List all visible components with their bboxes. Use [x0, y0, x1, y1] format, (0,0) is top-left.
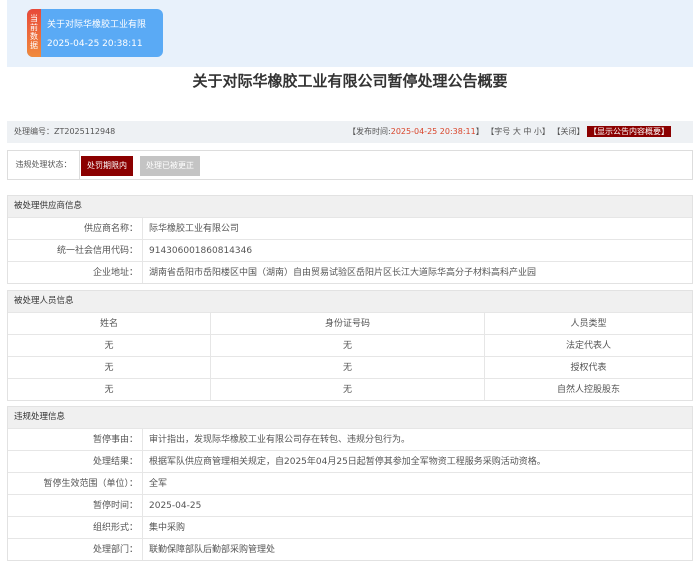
cell: 无	[211, 335, 485, 356]
cell: 无	[211, 357, 485, 378]
section-header: 被处理供应商信息	[8, 196, 692, 217]
violation-row: 暂停时间： 2025-04-25	[8, 494, 692, 516]
status-inactive-badge: 处理已被更正	[140, 156, 200, 176]
table-row: 无无 自然人控股股东	[8, 378, 692, 400]
page-title: 关于对际华橡胶工业有限公司暂停处理公告概要	[192, 72, 508, 90]
cell: 法定代表人	[565, 341, 611, 351]
current-data-tag: 当前数据	[27, 9, 41, 57]
supplier-row: 统一社会信用代码： 914306001860814346	[8, 239, 692, 261]
column-header: 身份证号码	[211, 313, 485, 334]
publish-label: 【发布时间:	[348, 127, 391, 136]
field-value: 联勤保障部队后勤部采购管理处	[149, 545, 276, 555]
card-title: 关于对际华橡胶工业有限	[47, 20, 147, 30]
font-large-link[interactable]: 大	[513, 127, 521, 136]
field-label: 组织形式：	[8, 517, 143, 538]
violation-row: 暂停生效范围（单位）： 全军	[8, 472, 692, 494]
table-row: 无无 法定代表人	[8, 334, 692, 356]
current-data-card[interactable]: 当前数据 关于对际华橡胶工业有限 2025-04-25 20:38:11	[27, 9, 163, 57]
field-value: 根据军队供应商管理相关规定，自2025年04月25日起暂停其参加全军物资工程服务…	[149, 457, 546, 467]
violation-row: 暂停事由： 审计指出，发现际华橡胶工业有限公司存在转包、违规分包行为。	[8, 428, 692, 450]
current-data-banner: 当前数据 关于对际华橡胶工业有限 2025-04-25 20:38:11	[7, 0, 693, 67]
font-small-link[interactable]: 小	[534, 127, 542, 136]
section-header: 违规处理信息	[8, 407, 692, 428]
publish-end: 】	[475, 127, 484, 136]
close-link[interactable]: 【关闭】	[552, 127, 584, 136]
field-label: 暂停时间：	[8, 495, 143, 516]
violation-row: 处理部门： 联勤保障部队后勤部采购管理处	[8, 538, 692, 560]
field-label: 企业地址：	[8, 262, 143, 283]
cell: 无	[8, 335, 211, 356]
field-value: 2025-04-25	[149, 501, 202, 511]
field-label: 供应商名称：	[8, 218, 143, 239]
violation-info-section: 违规处理信息 暂停事由： 审计指出，发现际华橡胶工业有限公司存在转包、违规分包行为…	[7, 406, 693, 561]
field-value: 湖南省岳阳市岳阳楼区中国（湖南）自由贸易试验区岳阳片区长江大道际华高分子材料高科…	[149, 268, 537, 278]
cell: 无	[8, 357, 211, 378]
field-value: 914306001860814346	[149, 246, 253, 256]
field-value: 审计指出，发现际华橡胶工业有限公司存在转包、违规分包行为。	[149, 435, 411, 445]
field-label: 统一社会信用代码：	[8, 240, 143, 261]
section-header: 被处理人员信息	[8, 291, 692, 312]
field-label: 处理部门：	[8, 539, 143, 560]
field-label: 暂停生效范围（单位）：	[8, 473, 143, 494]
cell: 自然人控股股东	[556, 385, 620, 395]
font-size-label: 【字号	[486, 127, 511, 136]
font-medium-link[interactable]: 中	[523, 127, 531, 136]
field-label: 处理结果：	[8, 451, 143, 472]
personnel-info-section: 被处理人员信息 姓名 身份证号码 人员类型 无无法定代表人 无无授权代表 无无自然人…	[7, 290, 693, 401]
info-bar: 处理编号：ZT2025112948 【发布时间:2025-04-25 20:38…	[7, 121, 693, 143]
status-active-badge: 处罚期限内	[81, 156, 133, 176]
violation-row: 处理结果： 根据军队供应商管理相关规定，自2025年04月25日起暂停其参加全军物…	[8, 450, 692, 472]
supplier-row: 供应商名称： 际华橡胶工业有限公司	[8, 217, 692, 239]
card-time: 2025-04-25 20:38:11	[47, 39, 143, 49]
table-row: 无无 授权代表	[8, 356, 692, 378]
field-value: 际华橡胶工业有限公司	[149, 224, 240, 234]
status-label: 违规处理状态：	[8, 151, 80, 179]
font-end: 】	[541, 127, 550, 136]
supplier-row: 企业地址： 湖南省岳阳市岳阳楼区中国（湖南）自由贸易试验区岳阳片区长江大道际华高分…	[8, 261, 692, 283]
cell: 无	[8, 379, 211, 400]
violation-row: 组织形式： 集中采购	[8, 516, 692, 538]
violation-status: 违规处理状态： 处罚期限内 处理已被更正	[7, 150, 693, 180]
column-header: 姓名	[8, 313, 211, 334]
table-header: 姓名 身份证号码 人员类型	[8, 312, 692, 334]
process-number: 处理编号：ZT2025112948	[14, 127, 116, 136]
show-summary-button[interactable]: 【显示公告内容概要】	[587, 126, 671, 137]
publish-time: 2025-04-25 20:38:11	[390, 127, 476, 136]
field-value: 全军	[149, 479, 168, 489]
field-value: 集中采购	[149, 523, 186, 533]
cell: 授权代表	[570, 363, 607, 373]
supplier-info-section: 被处理供应商信息 供应商名称： 际华橡胶工业有限公司 统一社会信用代码： 91430…	[7, 195, 693, 284]
field-label: 暂停事由：	[8, 429, 143, 450]
column-header: 人员类型	[570, 319, 607, 329]
cell: 无	[211, 379, 485, 400]
